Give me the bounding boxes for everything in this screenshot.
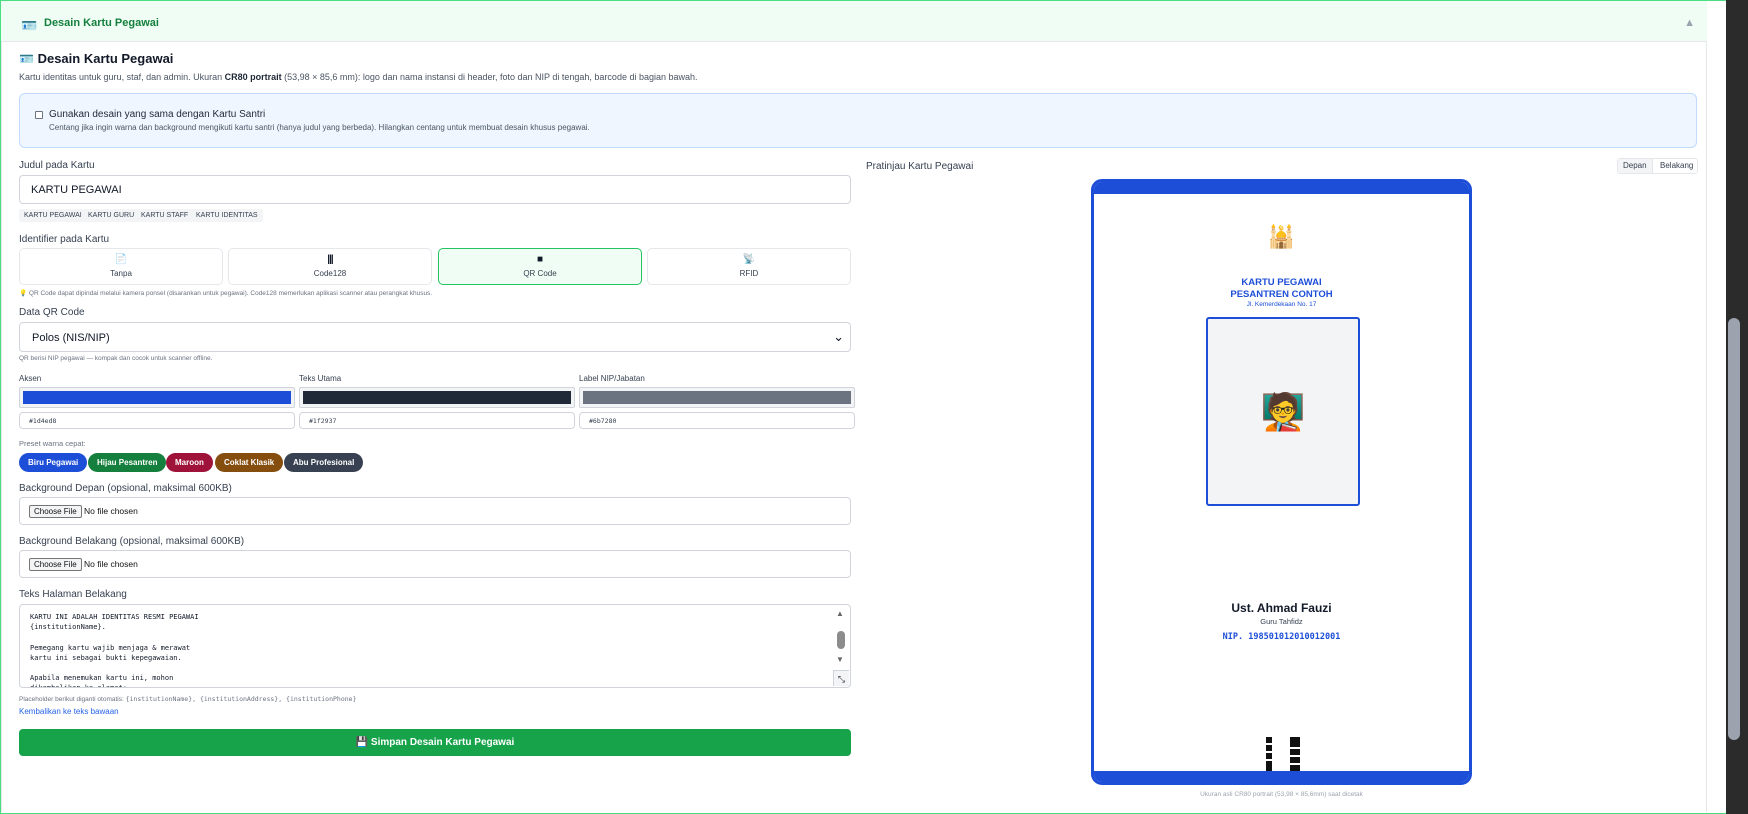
document-icon: 📄 xyxy=(114,254,128,265)
reset-text-link[interactable]: Kembalikan ke teks bawaan xyxy=(19,707,119,716)
same-design-box: Gunakan desain yang sama dengan Kartu Sa… xyxy=(19,93,1697,148)
card-bottom-bar xyxy=(1094,771,1469,782)
title-suggestion-chip[interactable]: KARTU IDENTITAS xyxy=(191,209,263,222)
back-text-label: Teks Halaman Belakang xyxy=(19,589,127,600)
identifier-option-rfid[interactable]: 📡 RFID xyxy=(647,248,851,285)
card-title: KARTU PEGAWAI PESANTREN CONTOH xyxy=(1230,277,1333,300)
preset-maroon[interactable]: Maroon xyxy=(166,453,213,472)
page-scrollbar[interactable] xyxy=(1726,0,1748,814)
preset-biru-pegawai[interactable]: Biru Pegawai xyxy=(19,453,88,472)
identifier-option-qr[interactable]: ■ QR Code xyxy=(438,248,642,285)
preview-title: Pratinjau Kartu Pegawai xyxy=(866,161,974,172)
text-color-picker[interactable] xyxy=(299,387,575,408)
presets-label: Preset warna cepat: xyxy=(19,439,86,448)
bg-front-file-input[interactable]: Choose File No file chosen xyxy=(19,497,851,525)
identifier-label: Identifier pada Kartu xyxy=(19,234,110,245)
scroll-thumb[interactable] xyxy=(837,631,845,649)
id-card-icon: 🪪 xyxy=(21,18,38,33)
text-hex-input[interactable]: #1f2937 xyxy=(299,412,575,429)
preset-abu-profesional[interactable]: Abu Profesional xyxy=(284,453,364,472)
barcode-icon: ||| xyxy=(327,254,333,265)
accent-hex-input[interactable]: #1d4ed8 xyxy=(19,412,295,429)
scroll-up-icon[interactable]: ▲ xyxy=(836,609,844,618)
card-person-name: Ust. Ahmad Fauzi xyxy=(1231,601,1332,615)
section-description: Kartu identitas untuk guru, staf, dan ad… xyxy=(19,72,698,82)
panel-title: Desain Kartu Pegawai xyxy=(44,17,159,29)
text-swatch xyxy=(303,391,571,404)
card-size-caption: Ukuran asli CR80 portrait (53,98 × 85,6m… xyxy=(1200,791,1363,798)
accent-swatch xyxy=(23,391,291,404)
card-photo: 🧑‍🏫 xyxy=(1206,317,1360,506)
qr-data-select[interactable]: Polos (NIS/NIP) ⌄ xyxy=(19,322,851,352)
title-input[interactable]: KARTU PEGAWAI xyxy=(19,175,851,204)
panel-header[interactable]: 🪪 Desain Kartu Pegawai ▲ xyxy=(1,1,1707,42)
identifier-option-none[interactable]: 📄 Tanpa xyxy=(19,248,223,285)
identifier-option-code128[interactable]: ||| Code128 xyxy=(228,248,432,285)
accent-color-picker[interactable] xyxy=(19,387,295,408)
accent-color-label: Aksen xyxy=(19,374,42,383)
same-design-checkbox[interactable] xyxy=(35,111,43,119)
page-scroll-thumb[interactable] xyxy=(1728,318,1740,740)
nip-hex-input[interactable]: #6b7280 xyxy=(579,412,855,429)
textarea-scrollbar[interactable]: ▲ ▼ xyxy=(835,609,847,671)
bg-front-choose-button[interactable]: Choose File xyxy=(29,505,82,518)
card-person-role: Guru Tahfidz xyxy=(1260,617,1303,626)
card-preview: 🕌 KARTU PEGAWAI PESANTREN CONTOH Jl. Kem… xyxy=(1091,179,1472,785)
nip-color-picker[interactable] xyxy=(579,387,855,408)
antenna-icon: 📡 xyxy=(742,254,756,265)
card-address: Jl. Kemerdekaan No. 17 xyxy=(1246,301,1317,308)
card-qr-code xyxy=(1266,737,1306,771)
title-suggestion-chip[interactable]: KARTU PEGAWAI xyxy=(19,209,87,222)
card-person-nip: NIP. 198501012010012001 xyxy=(1222,632,1341,642)
preview-side-toggle: Depan Belakang xyxy=(1617,158,1698,174)
title-suggestion-chip[interactable]: KARTU GURU xyxy=(83,209,140,222)
scroll-down-icon[interactable]: ▼ xyxy=(836,655,844,664)
tab-front[interactable]: Depan xyxy=(1618,159,1653,173)
nip-swatch xyxy=(583,391,851,404)
card-top-bar xyxy=(1094,182,1469,194)
bg-front-label: Background Depan (opsional, maksimal 600… xyxy=(19,483,232,494)
placeholder-note: Placeholder berikut diganti otomatis: {i… xyxy=(19,695,357,703)
qr-data-label: Data QR Code xyxy=(19,307,85,318)
identifier-note: 💡 QR Code dapat dipindai melalui kamera … xyxy=(19,290,433,297)
teacher-avatar-icon: 🧑‍🏫 xyxy=(1260,391,1306,432)
preset-coklat-klasik[interactable]: Coklat Klasik xyxy=(215,453,284,472)
qr-icon: ■ xyxy=(536,254,544,265)
nip-color-label: Label NIP/Jabatan xyxy=(579,374,645,383)
bg-back-label: Background Belakang (opsional, maksimal … xyxy=(19,536,245,547)
chevron-down-icon: ⌄ xyxy=(833,329,844,344)
preset-hijau-pesantren[interactable]: Hijau Pesantren xyxy=(88,453,167,472)
collapse-caret-icon[interactable]: ▲ xyxy=(1684,17,1695,29)
id-card-icon: 🪪 xyxy=(19,52,34,66)
save-design-button[interactable]: 💾 Simpan Desain Kartu Pegawai xyxy=(19,729,851,756)
qr-data-note: QR berisi NIP pegawai — kompak dan cocok… xyxy=(19,355,213,362)
text-color-label: Teks Utama xyxy=(299,374,342,383)
same-design-help: Centang jika ingin warna dan background … xyxy=(49,123,590,132)
tab-back[interactable]: Belakang xyxy=(1655,159,1698,173)
bg-back-file-input[interactable]: Choose File No file chosen xyxy=(19,550,851,578)
back-text-textarea[interactable]: KARTU INI ADALAH IDENTITAS RESMI PEGAWAI… xyxy=(19,604,851,688)
section-title: 🪪 Desain Kartu Pegawai xyxy=(19,51,174,66)
resize-handle-icon[interactable]: ⤡ xyxy=(833,670,849,686)
same-design-label[interactable]: Gunakan desain yang sama dengan Kartu Sa… xyxy=(49,109,265,120)
title-field-label: Judul pada Kartu xyxy=(19,160,95,171)
mosque-icon: 🕌 xyxy=(1267,224,1296,249)
bg-back-choose-button[interactable]: Choose File xyxy=(29,558,82,571)
title-suggestion-chip[interactable]: KARTU STAFF xyxy=(136,209,194,222)
